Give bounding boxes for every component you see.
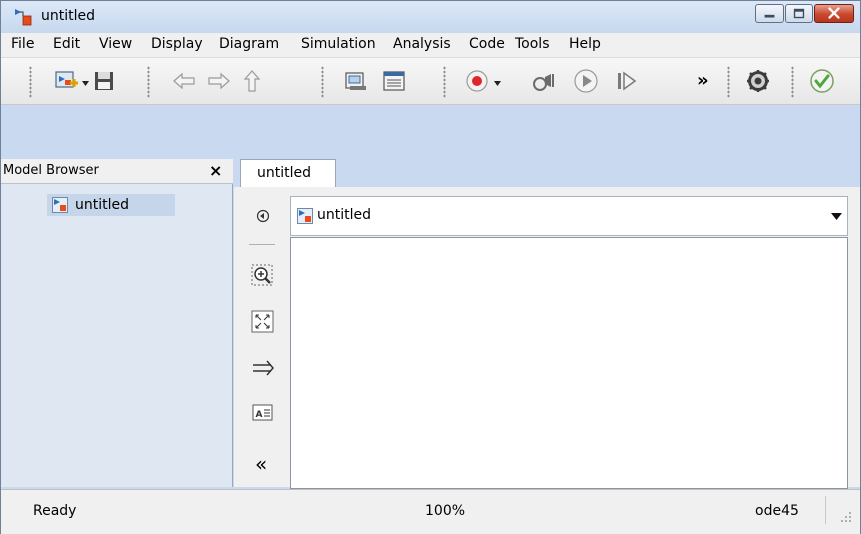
- palette-separator: [249, 244, 275, 245]
- menu-file[interactable]: File: [11, 36, 34, 52]
- hide-show-explorer-bar-button[interactable]: [249, 202, 277, 230]
- tab-untitled[interactable]: untitled: [240, 159, 336, 187]
- model-canvas[interactable]: [290, 237, 848, 489]
- arrow-up-icon: [243, 70, 261, 92]
- floppy-disk-icon: [95, 72, 113, 90]
- status-state: Ready: [33, 503, 77, 519]
- menu-tools[interactable]: Tools: [515, 36, 550, 52]
- status-bar: Ready 100% ode45: [1, 489, 860, 534]
- toolbar-grip[interactable]: [147, 66, 150, 98]
- step-forward-icon: [618, 71, 637, 91]
- hide-show-signals-button[interactable]: [249, 354, 277, 382]
- gear-icon: [747, 70, 769, 92]
- step-back-button[interactable]: [531, 68, 557, 94]
- save-button[interactable]: [91, 68, 117, 94]
- annotation-button[interactable]: A: [249, 399, 277, 427]
- zoom-in-button[interactable]: [249, 262, 277, 290]
- annotation-icon: A: [252, 404, 273, 421]
- model-explorer-icon: [383, 71, 405, 91]
- model-browser-close-button[interactable]: ×: [209, 161, 222, 180]
- model-browser-title: Model Browser: [3, 163, 99, 178]
- record-icon: [466, 70, 488, 92]
- toolbar-overflow-button[interactable]: »: [697, 70, 709, 91]
- arrow-left-icon: [173, 72, 195, 90]
- model-icon: [52, 197, 68, 213]
- record-button[interactable]: [464, 68, 490, 94]
- menu-bar: File Edit View Display Diagram Simulatio…: [1, 33, 860, 58]
- maximize-button[interactable]: [785, 4, 813, 23]
- zoom-in-icon: [251, 264, 273, 286]
- address-bar[interactable]: untitled: [290, 196, 848, 236]
- model-configuration-button[interactable]: [745, 68, 771, 94]
- new-model-button[interactable]: [53, 68, 79, 94]
- toolbar-grip[interactable]: [321, 66, 324, 98]
- step-forward-button[interactable]: [613, 68, 639, 94]
- menu-edit[interactable]: Edit: [53, 36, 80, 52]
- library-browser-icon: [345, 72, 366, 90]
- title-bar: untitled: [1, 1, 860, 33]
- record-dropdown-icon[interactable]: [494, 81, 501, 86]
- menu-simulation[interactable]: Simulation: [301, 36, 376, 52]
- minimize-icon: [764, 14, 775, 18]
- toolbar-grip[interactable]: [791, 66, 794, 98]
- status-separator: [825, 496, 826, 524]
- svg-text:A: A: [256, 410, 263, 420]
- step-back-icon: [533, 74, 554, 91]
- simulink-model-icon: [15, 9, 32, 26]
- model-explorer-button[interactable]: [381, 68, 407, 94]
- window-title: untitled: [41, 8, 96, 24]
- back-button[interactable]: [171, 68, 197, 94]
- status-solver[interactable]: ode45: [755, 503, 799, 519]
- toolbar-grip[interactable]: [29, 66, 32, 98]
- model-advisor-button[interactable]: [809, 68, 835, 94]
- toolbar-grip[interactable]: [443, 66, 446, 98]
- menu-view[interactable]: View: [99, 36, 132, 52]
- new-model-icon: [55, 71, 78, 88]
- play-icon: [574, 69, 598, 93]
- address-bar-label: untitled: [317, 207, 372, 223]
- run-button[interactable]: [573, 68, 599, 94]
- close-window-button[interactable]: [814, 4, 854, 23]
- main-window: untitled File Edit View Display Diagram …: [0, 0, 861, 534]
- arrow-right-icon: [208, 72, 230, 90]
- menu-diagram[interactable]: Diagram: [219, 36, 279, 52]
- palette: A «: [241, 196, 285, 486]
- status-zoom: 100%: [425, 503, 466, 519]
- signal-arrows-icon: [253, 360, 274, 376]
- circle-back-icon: [256, 209, 270, 223]
- tree-item-label: untitled: [75, 197, 130, 213]
- chevron-down-icon[interactable]: [831, 213, 842, 220]
- forward-button[interactable]: [206, 68, 232, 94]
- model-browser-header: Model Browser ×: [1, 159, 233, 184]
- library-browser-button[interactable]: [343, 68, 369, 94]
- close-icon: [828, 7, 840, 19]
- resize-grip-icon[interactable]: [839, 510, 853, 524]
- new-model-dropdown-icon[interactable]: [82, 81, 89, 86]
- maximize-icon: [793, 8, 805, 19]
- model-browser-panel: [1, 184, 233, 487]
- fit-to-view-button[interactable]: [249, 308, 277, 336]
- model-icon: [297, 208, 313, 224]
- menu-code[interactable]: Code: [469, 36, 505, 52]
- menu-analysis[interactable]: Analysis: [393, 36, 451, 52]
- menu-help[interactable]: Help: [569, 36, 601, 52]
- toolbar: »: [1, 58, 860, 105]
- collapse-palette-button[interactable]: «: [255, 452, 267, 476]
- fit-to-view-icon: [251, 310, 274, 333]
- tree-item-untitled[interactable]: untitled: [47, 194, 175, 216]
- menu-display[interactable]: Display: [151, 36, 203, 52]
- check-icon: [810, 69, 834, 93]
- up-button[interactable]: [239, 68, 265, 94]
- tab-label: untitled: [257, 165, 312, 181]
- toolbar-grip[interactable]: [727, 66, 730, 98]
- minimize-button[interactable]: [755, 4, 784, 23]
